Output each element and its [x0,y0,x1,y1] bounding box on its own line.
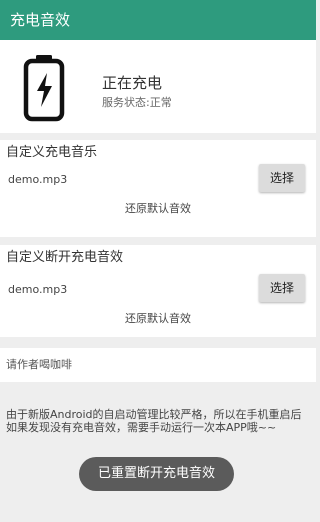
toast-message: 已重置断开充电音效 [79,457,234,491]
charging-status-card: 正在充电 服务状态:正常 [0,40,316,133]
app-title: 充电音效 [10,11,71,29]
buy-coffee-item[interactable]: 请作者喝咖啡 [0,348,316,382]
charge-music-card: 自定义充电音乐 demo.mp3 选择 还原默认音效 [0,140,316,237]
battery-charging-icon [23,55,65,122]
disconnect-sound-filename: demo.mp3 [8,283,68,296]
charging-status-title: 正在充电 [102,74,163,92]
charge-music-title: 自定义充电音乐 [6,145,98,160]
restore-charge-default-button[interactable]: 还原默认音效 [0,202,316,216]
service-status-text: 服务状态:正常 [102,96,172,109]
buy-coffee-label: 请作者喝咖啡 [6,358,72,371]
disconnect-sound-card: 自定义断开充电音效 demo.mp3 选择 还原默认音效 [0,245,316,337]
app-bar: 充电音效 [0,0,316,40]
autostart-notice: 由于新版Android的自启动管理比较严格，所以在手机重启后如果发现没有充电音效… [6,408,302,434]
restore-disconnect-default-button[interactable]: 还原默认音效 [0,312,316,326]
charge-music-filename: demo.mp3 [8,173,68,186]
disconnect-sound-title: 自定义断开充电音效 [6,250,124,265]
choose-disconnect-sound-button[interactable]: 选择 [259,274,305,302]
choose-charge-music-button[interactable]: 选择 [259,164,305,192]
